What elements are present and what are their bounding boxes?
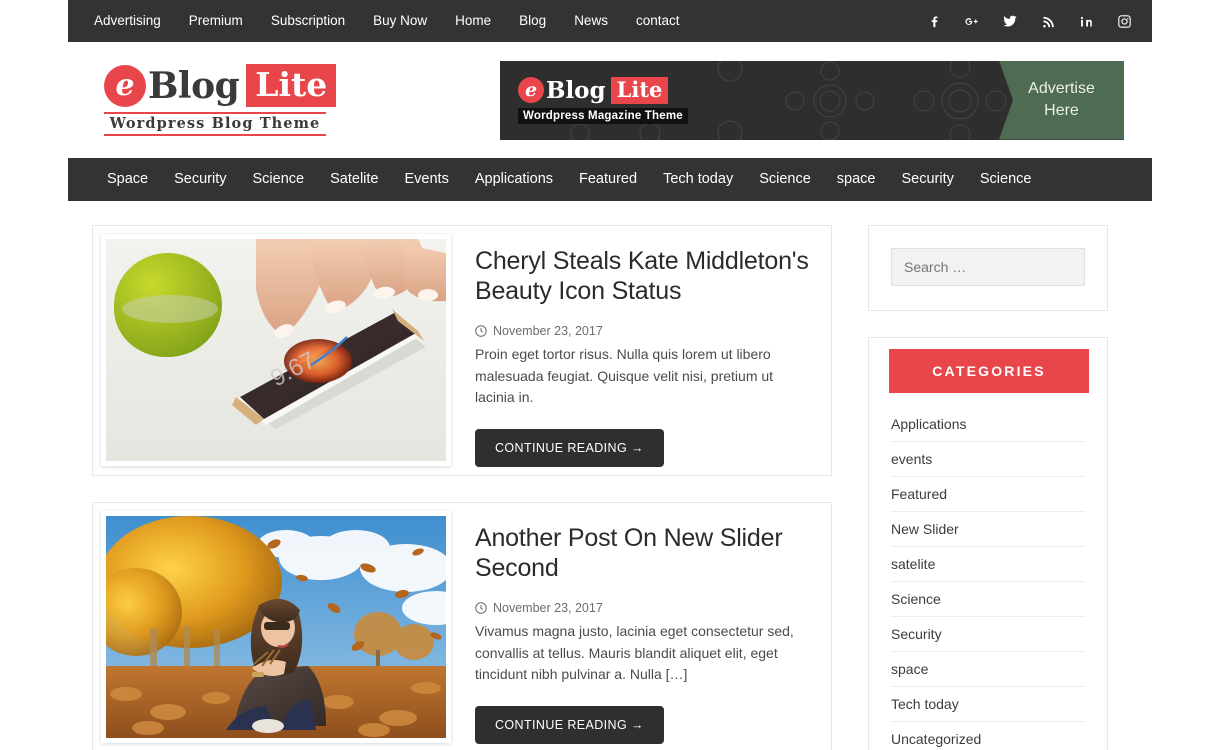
list-item: New Slider — [891, 512, 1085, 547]
post-content: Another Post On New Slider Second Novemb… — [451, 511, 823, 745]
topnav-item-advertising[interactable]: Advertising — [80, 0, 175, 42]
sidebar: CATEGORIES Applications events Featured … — [868, 225, 1108, 750]
continue-reading-button[interactable]: CONTINUE READING → — [475, 706, 664, 745]
banner-wordmark: e Blog Lite — [518, 76, 669, 104]
post-thumbnail-image: 9:67 — [106, 239, 446, 461]
banner-logo-area: e Blog Lite Wordpress Magazine Theme — [500, 61, 999, 140]
banner-word-lite: Lite — [610, 76, 669, 104]
nav-item-satelite[interactable]: Satelite — [317, 158, 391, 201]
post-thumbnail-frame[interactable] — [101, 511, 451, 744]
social-links — [926, 13, 1132, 29]
categories-widget: CATEGORIES Applications events Featured … — [868, 337, 1108, 750]
list-item: satelite — [891, 547, 1085, 582]
list-item: Applications — [891, 407, 1085, 442]
category-link-science[interactable]: Science — [891, 582, 1085, 616]
logo-e-mark-icon: e — [104, 64, 146, 107]
category-link-featured[interactable]: Featured — [891, 477, 1085, 511]
post-meta: November 23, 2017 — [475, 601, 811, 615]
nav-item-security-2[interactable]: Security — [889, 158, 967, 201]
topnav-item-contact[interactable]: contact — [622, 0, 694, 42]
category-link-space[interactable]: space — [891, 652, 1085, 686]
categories-list: Applications events Featured New Slider … — [869, 407, 1107, 750]
list-item: space — [891, 652, 1085, 687]
linkedin-icon[interactable] — [1078, 13, 1094, 29]
post-content: Cheryl Steals Kate Middleton's Beauty Ic… — [451, 234, 823, 468]
category-link-security[interactable]: Security — [891, 617, 1085, 651]
topnav-item-premium[interactable]: Premium — [175, 0, 257, 42]
post-list: 9:67 Cheryl Steals Kate Middleton's Beau… — [92, 225, 832, 750]
post-date: November 23, 2017 — [493, 324, 603, 338]
nav-item-science-3[interactable]: Science — [967, 158, 1045, 201]
rss-icon[interactable] — [1040, 13, 1056, 29]
list-item: Uncategorized — [891, 722, 1085, 750]
site-header: e Blog Lite Wordpress Blog Theme e Blog … — [68, 42, 1152, 158]
banner-tagline: Wordpress Magazine Theme — [518, 107, 688, 124]
topnav-item-subscription[interactable]: Subscription — [257, 0, 359, 42]
categories-widget-title: CATEGORIES — [889, 349, 1089, 393]
category-link-tech-today[interactable]: Tech today — [891, 687, 1085, 721]
search-input[interactable] — [891, 248, 1085, 286]
page-body: 9:67 Cheryl Steals Kate Middleton's Beau… — [68, 201, 1152, 750]
post-thumbnail-frame[interactable]: 9:67 — [101, 234, 451, 466]
banner-logo: e Blog Lite Wordpress Magazine Theme — [518, 76, 688, 124]
category-link-new-slider[interactable]: New Slider — [891, 512, 1085, 546]
clock-icon — [475, 325, 487, 337]
banner-word-blog: Blog — [546, 76, 606, 104]
logo-wordmark: e Blog Lite — [104, 64, 337, 107]
topnav-item-blog[interactable]: Blog — [505, 0, 560, 42]
site-logo[interactable]: e Blog Lite Wordpress Blog Theme — [104, 64, 337, 136]
logo-word-blog: Blog — [148, 64, 240, 107]
post-meta: November 23, 2017 — [475, 324, 811, 338]
nav-item-science[interactable]: Science — [240, 158, 318, 201]
post-excerpt: Vivamus magna justo, lacinia eget consec… — [475, 623, 794, 683]
category-link-applications[interactable]: Applications — [891, 407, 1085, 441]
post-title[interactable]: Cheryl Steals Kate Middleton's Beauty Ic… — [475, 247, 811, 306]
advertise-here-cta[interactable]: Advertise Here — [999, 60, 1124, 140]
page-container: Advertising Premium Subscription Buy Now… — [68, 0, 1152, 750]
list-item: Tech today — [891, 687, 1085, 722]
clock-icon — [475, 602, 487, 614]
list-item: Security — [891, 617, 1085, 652]
continue-reading-button[interactable]: CONTINUE READING → — [475, 429, 664, 468]
google-plus-icon[interactable] — [964, 13, 980, 29]
nav-item-tech-today[interactable]: Tech today — [650, 158, 746, 201]
list-item: Science — [891, 582, 1085, 617]
search-widget — [868, 225, 1108, 311]
banner-e-mark-icon: e — [518, 77, 544, 103]
nav-item-applications[interactable]: Applications — [462, 158, 566, 201]
logo-word-lite: Lite — [246, 64, 337, 107]
post-date: November 23, 2017 — [493, 601, 603, 616]
post-excerpt: Proin eget tortor risus. Nulla quis lore… — [475, 346, 774, 406]
nav-item-science-2[interactable]: Science — [746, 158, 824, 201]
advertise-here-text: Advertise Here — [1028, 78, 1095, 121]
post-title[interactable]: Another Post On New Slider Second — [475, 524, 811, 583]
category-link-satelite[interactable]: satelite — [891, 547, 1085, 581]
twitter-icon[interactable] — [1002, 13, 1018, 29]
list-item: Featured — [891, 477, 1085, 512]
top-navigation: Advertising Premium Subscription Buy Now… — [80, 0, 693, 42]
logo-tagline: Wordpress Blog Theme — [104, 112, 326, 136]
category-link-events[interactable]: events — [891, 442, 1085, 476]
list-item: events — [891, 442, 1085, 477]
nav-item-featured[interactable]: Featured — [566, 158, 650, 201]
nav-item-security[interactable]: Security — [161, 158, 239, 201]
facebook-icon[interactable] — [926, 13, 942, 29]
banner-ad[interactable]: e Blog Lite Wordpress Magazine Theme Adv… — [500, 60, 1124, 140]
nav-item-space[interactable]: Space — [94, 158, 161, 201]
advertise-line1: Advertise — [1028, 80, 1095, 98]
nav-item-events[interactable]: Events — [391, 158, 461, 201]
topnav-item-news[interactable]: News — [560, 0, 622, 42]
main-navigation: Space Security Science Satelite Events A… — [68, 158, 1152, 201]
post-card: Another Post On New Slider Second Novemb… — [92, 502, 832, 750]
top-bar: Advertising Premium Subscription Buy Now… — [68, 0, 1152, 42]
topnav-item-home[interactable]: Home — [441, 0, 505, 42]
advertise-line2: Here — [1044, 102, 1079, 119]
nav-item-space-2[interactable]: space — [824, 158, 889, 201]
topnav-item-buy-now[interactable]: Buy Now — [359, 0, 441, 42]
post-thumbnail-image — [106, 516, 446, 739]
instagram-icon[interactable] — [1116, 13, 1132, 29]
category-link-uncategorized[interactable]: Uncategorized — [891, 722, 1085, 750]
post-card: 9:67 Cheryl Steals Kate Middleton's Beau… — [92, 225, 832, 477]
